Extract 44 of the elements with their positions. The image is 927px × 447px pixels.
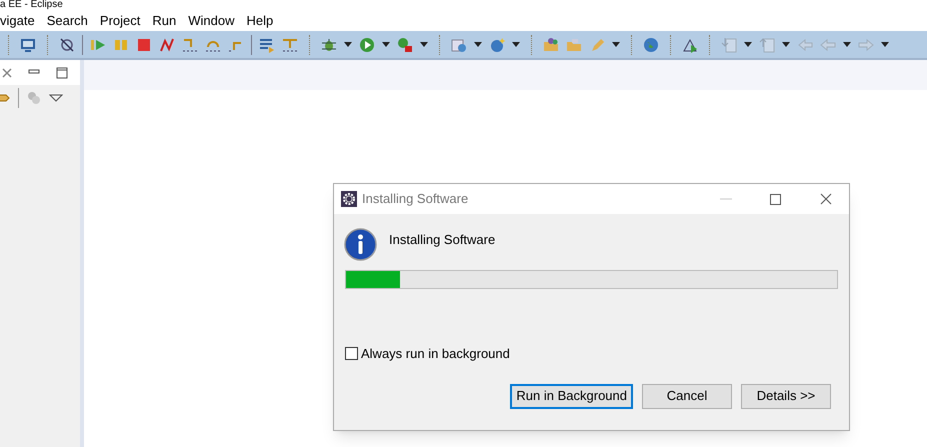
globe-icon[interactable]	[643, 36, 659, 52]
new-server-icon[interactable]	[451, 36, 467, 52]
dialog-button[interactable]: Run in Background	[510, 384, 633, 408]
maximize-icon[interactable]	[770, 194, 781, 204]
crossed-out-icon[interactable]	[59, 36, 75, 52]
maximize-icon[interactable]	[56, 66, 68, 78]
dialog-button[interactable]: Cancel	[642, 384, 732, 408]
caret-icon[interactable]	[612, 42, 620, 47]
window-title: a EE - Eclipse	[0, 0, 63, 10]
caret-icon[interactable]	[843, 42, 851, 47]
dialog-title: Installing Software	[362, 190, 470, 208]
step-into-icon[interactable]	[182, 36, 198, 52]
disconnect-icon[interactable]	[159, 36, 175, 52]
stop-icon[interactable]	[136, 36, 152, 52]
gear-icon	[341, 191, 357, 207]
caret-icon[interactable]	[881, 42, 889, 47]
caret-icon[interactable]	[474, 42, 482, 47]
open-folder-icon[interactable]	[543, 36, 559, 52]
info-icon	[344, 228, 377, 261]
menu-item[interactable]: Search	[46, 10, 88, 30]
caret-icon[interactable]	[420, 42, 428, 47]
close-icon[interactable]	[820, 193, 832, 205]
menu-item[interactable]: Run	[152, 10, 176, 30]
caret-icon[interactable]	[744, 42, 752, 47]
menu-item[interactable]: Project	[100, 10, 140, 30]
run-icon[interactable]	[359, 36, 375, 52]
close-icon[interactable]	[2, 68, 12, 78]
monitor-icon[interactable]	[20, 36, 36, 52]
menu-item[interactable]: Window	[188, 10, 234, 30]
run-tool-icon[interactable]	[397, 36, 413, 52]
menu-caret-icon[interactable]	[49, 94, 63, 102]
menu-item[interactable]: Help	[246, 10, 274, 30]
caret-icon[interactable]	[782, 42, 790, 47]
menu-item[interactable]: vigate	[0, 10, 35, 30]
run-on-server-icon[interactable]	[682, 36, 698, 52]
new-class-icon[interactable]	[489, 36, 505, 52]
list-icon[interactable]	[259, 36, 275, 52]
step-filter-icon[interactable]	[282, 36, 298, 52]
caret-icon[interactable]	[512, 42, 520, 47]
caret-icon[interactable]	[344, 42, 352, 47]
message-text: Installing Software	[389, 231, 496, 249]
dialog-button[interactable]: Details >>	[741, 384, 831, 408]
background-checkbox[interactable]: Always run in background	[334, 344, 849, 364]
caret-icon[interactable]	[382, 42, 390, 47]
